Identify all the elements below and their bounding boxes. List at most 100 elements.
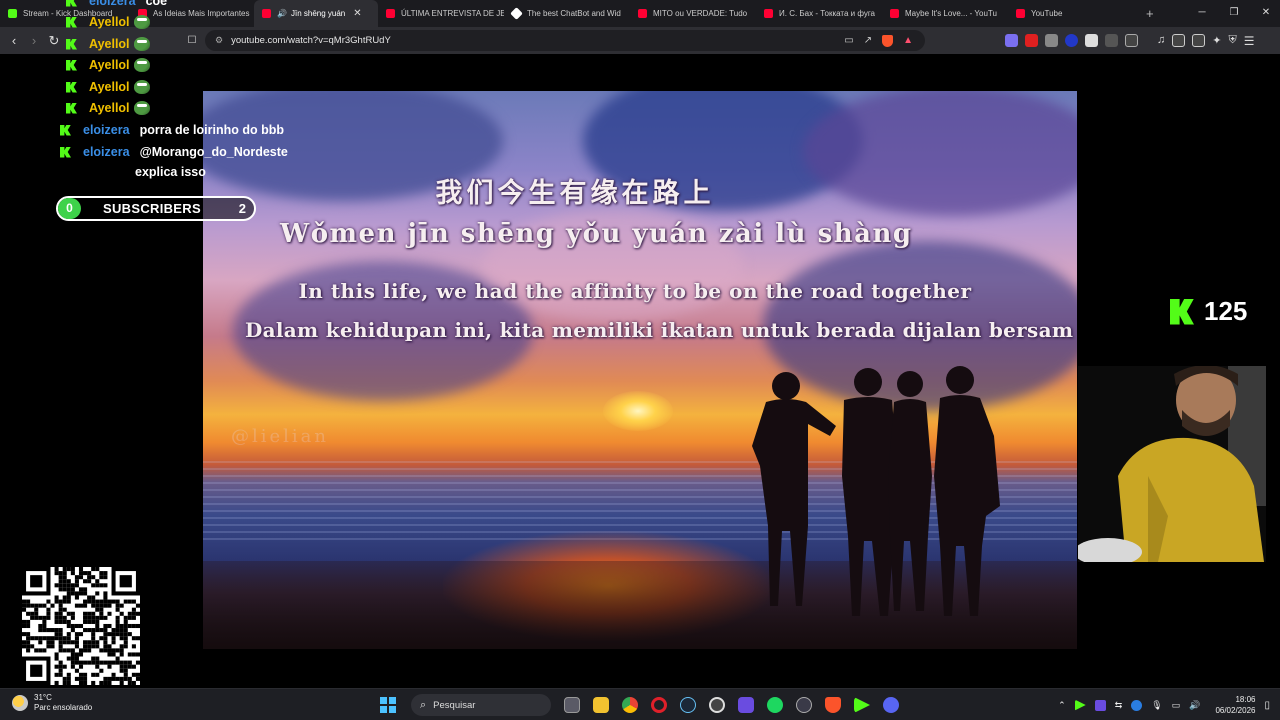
screenshot-icon[interactable] [1125,34,1138,47]
pepe-emote-icon [133,58,150,72]
obs-icon[interactable] [709,697,725,713]
bluetooth-icon[interactable] [1131,699,1143,711]
chrome-icon[interactable] [622,697,638,713]
chat-username: eloizera [83,123,130,137]
chat-message: Ayellol [66,80,150,94]
chat-message: Ayellol [66,101,150,115]
brave-icon[interactable] [825,697,841,713]
tab-bach[interactable]: И. С. Бах - Токката и фуга [756,0,882,27]
extension-icon[interactable] [1005,34,1018,47]
search-placeholder: Pesquisar [433,699,476,711]
notifications-icon[interactable]: ▯ [1264,700,1270,711]
back-button[interactable]: ‹ [4,33,24,48]
spotify-icon[interactable] [767,697,783,713]
tray-share-icon[interactable]: ⇆ [1115,700,1123,711]
chat-username: Ayellol [89,37,130,51]
kick-badge-icon [66,0,77,7]
browser-toolbar: ‹ › ↻ ☐ ⚙ youtube.com/watch?v=qMr3GhtRUd… [0,27,1280,54]
kick-badge-icon [66,16,77,28]
tab-mito-verdade[interactable]: MITO ou VERDADE: Tudo [630,0,756,27]
menu-icon[interactable]: ☰ [1244,34,1255,48]
sidebar-icon[interactable] [1172,34,1186,47]
chat-username: Ayellol [89,58,130,72]
network-icon[interactable]: ▭ [1172,700,1181,711]
steam-icon[interactable] [680,697,696,713]
screen: Stream - Kick Dashboard As Ideias Mais I… [0,0,1280,720]
pepe-emote-icon [133,37,150,51]
bookmark-icon[interactable]: ☐ [182,35,202,46]
weather-text: 31°C Parc ensolarado [34,693,92,713]
tab-youtube[interactable]: YouTube [1008,0,1128,27]
webcam-person-image [1078,366,1266,562]
restore-button[interactable]: ❐ [1218,7,1250,18]
windows-start-icon[interactable] [380,697,396,713]
tab-maybe-its-love[interactable]: Maybe It's Love... - YouTu [882,0,1008,27]
extension-icon[interactable] [1045,34,1058,47]
extensions-puzzle-icon[interactable] [1105,34,1118,47]
chat-message: Ayellol [66,58,150,72]
chatbot-favicon-icon [510,7,523,20]
audio-playing-icon[interactable]: 🔊 [277,9,287,18]
youtube-favicon-icon [262,9,271,18]
brave-shields-icon[interactable] [882,34,894,47]
tray-app-icon[interactable] [1094,699,1106,711]
vpn-icon[interactable]: ⛨ [1228,34,1236,47]
chat-username: eloizera [89,0,136,8]
tab-title: И. С. Бах - Токката и фуга [779,9,876,18]
chat-message: eloizera @Morango_do_Nordeste [60,145,288,159]
tab-title: As Ideias Mais Importantes [153,9,250,18]
cast-icon[interactable]: ▭ [844,35,853,46]
tray-kick-icon[interactable] [1074,699,1086,711]
youtube-favicon-icon [386,9,395,18]
brave-rewards-icon[interactable]: ▲ [903,35,913,46]
show-hidden-icons-button[interactable]: ⌃ [1058,700,1066,711]
share-icon[interactable]: ↗ [864,35,872,46]
leo-ai-icon[interactable]: ✦ [1212,34,1221,47]
tab-chatbot[interactable]: The best ChatBot and Wid [504,0,630,27]
tab-active-video[interactable]: 🔊 Jīn shēng yuán ✕ [254,0,378,27]
forward-button[interactable]: › [24,33,44,48]
pepe-emote-icon [133,101,150,115]
close-tab-icon[interactable]: ✕ [353,8,361,19]
clock[interactable]: 18:06 06/02/2026 [1215,694,1255,716]
chat-message: eloizera coe [66,0,167,8]
opera-icon[interactable] [651,697,667,713]
pepe-emote-icon [133,80,150,94]
video-player[interactable]: 我们今生有缘在路上 Wǒmen jīn shēng yǒu yuán zài l… [203,91,1077,649]
reload-button[interactable]: ↻ [44,33,64,49]
task-view-icon[interactable] [564,697,580,713]
minimize-button[interactable]: ─ [1186,7,1218,18]
extension-icon[interactable] [1065,34,1078,47]
close-window-button[interactable]: ✕ [1250,7,1280,18]
extension-icon[interactable] [1025,34,1038,47]
wallet-icon[interactable] [1192,34,1206,47]
window-controls: ─ ❐ ✕ [1186,7,1280,18]
kick-badge-icon [66,81,77,93]
pepe-emote-icon [133,15,150,29]
site-info-icon[interactable]: ⚙ [215,35,223,46]
tab-ultima-entrevista[interactable]: ÚLTIMA ENTREVISTA DE JE [378,0,504,27]
app-grid-icon[interactable] [738,697,754,713]
app-icon[interactable] [796,697,812,713]
chat-username: Ayellol [89,15,130,29]
kick-badge-icon [66,59,77,71]
kick-badge-icon [66,102,77,114]
microphone-icon[interactable]: 🎙 [1151,700,1162,711]
kick-app-icon[interactable] [854,697,870,713]
webcam-feed [1078,366,1266,562]
clock-date: 06/02/2026 [1215,706,1256,715]
tab-title: Maybe It's Love... - YouTu [905,9,997,18]
taskbar-search[interactable]: ⌕ Pesquisar [411,694,551,716]
weather-widget[interactable]: 31°C Parc ensolarado [12,693,92,713]
extension-icon[interactable] [1085,34,1098,47]
url-text[interactable]: youtube.com/watch?v=qMr3GhtRUdY [231,35,391,46]
clock-time: 18:06 [1235,695,1256,704]
file-explorer-icon[interactable] [593,697,609,713]
tab-title: ÚLTIMA ENTREVISTA DE JE [401,9,504,18]
discord-icon[interactable] [883,697,899,713]
volume-icon[interactable]: 🔊 [1189,700,1200,711]
address-bar[interactable]: ⚙ youtube.com/watch?v=qMr3GhtRUdY ▭ ↗ ▲ [205,30,925,51]
media-control-icon[interactable]: ♫ [1157,34,1165,47]
video-watermark: @lielian [231,426,330,447]
new-tab-button[interactable]: + [1146,6,1154,21]
